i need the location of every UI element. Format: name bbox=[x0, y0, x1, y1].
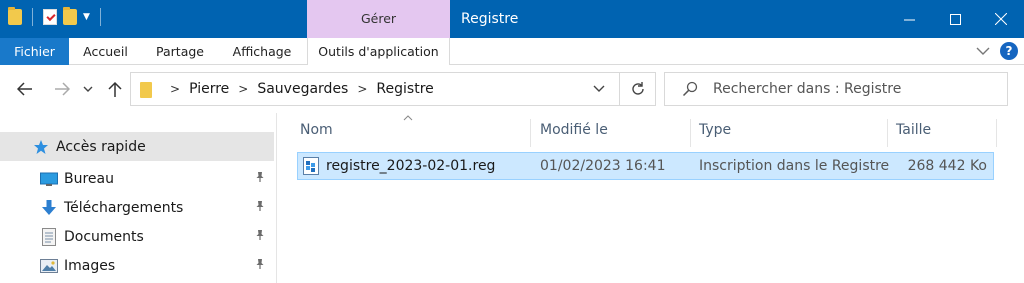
tab-share[interactable]: Partage bbox=[142, 38, 218, 65]
maximize-button[interactable] bbox=[932, 0, 978, 38]
file-type: Inscription dans le Registre bbox=[699, 158, 890, 174]
download-icon bbox=[40, 199, 58, 217]
new-folder-icon[interactable] bbox=[63, 7, 77, 25]
sidebar-item-label: Documents bbox=[64, 228, 144, 245]
breadcrumb-item[interactable]: Sauvegardes bbox=[257, 81, 348, 97]
search-icon bbox=[682, 81, 698, 97]
registry-file-icon bbox=[303, 157, 319, 175]
star-icon bbox=[32, 138, 50, 156]
back-button[interactable] bbox=[12, 65, 38, 113]
chevron-down-icon bbox=[83, 86, 93, 92]
column-header-name[interactable]: Nom bbox=[300, 113, 333, 148]
sidebar-item-downloads[interactable]: Téléchargements bbox=[0, 193, 274, 222]
customize-toolbar-icon[interactable]: ▼ bbox=[83, 12, 90, 22]
sidebar-item-label: Bureau bbox=[64, 170, 114, 187]
up-button[interactable] bbox=[104, 65, 126, 113]
column-header-modified[interactable]: Modifié le bbox=[540, 113, 608, 148]
search-box[interactable]: Rechercher dans : Registre bbox=[664, 72, 1008, 106]
pin-icon[interactable] bbox=[254, 258, 266, 274]
pin-icon[interactable] bbox=[254, 171, 266, 187]
table-row[interactable]: registre_2023-02-01.reg 01/02/2023 16:41… bbox=[297, 152, 994, 180]
column-header-type[interactable]: Type bbox=[699, 113, 731, 148]
file-name: registre_2023-02-01.reg bbox=[326, 158, 496, 174]
search-input[interactable]: Rechercher dans : Registre bbox=[713, 73, 901, 105]
forward-arrow-icon bbox=[55, 82, 70, 96]
desktop-icon bbox=[40, 170, 58, 188]
column-header-size[interactable]: Taille bbox=[896, 113, 931, 148]
file-list: Nom Modifié le Type Taille registre_2023… bbox=[285, 113, 1024, 283]
folder-icon bbox=[140, 82, 152, 98]
sidebar-item-label: Accès rapide bbox=[56, 138, 146, 155]
tab-file[interactable]: Fichier bbox=[0, 38, 69, 65]
maximize-icon bbox=[949, 13, 961, 25]
expand-ribbon-icon[interactable] bbox=[976, 46, 990, 56]
folder-icon[interactable] bbox=[8, 7, 22, 25]
file-modified: 01/02/2023 16:41 bbox=[540, 158, 666, 174]
close-icon bbox=[995, 13, 1007, 25]
properties-icon[interactable] bbox=[43, 9, 57, 25]
tab-application-tools[interactable]: Outils d'application bbox=[307, 38, 450, 65]
sidebar-item-images[interactable]: Images bbox=[0, 251, 274, 280]
column-divider[interactable] bbox=[887, 119, 888, 147]
breadcrumb-item[interactable]: Pierre bbox=[189, 81, 229, 97]
ribbon: Fichier Accueil Partage Affichage Outils… bbox=[0, 38, 1024, 65]
column-divider[interactable] bbox=[530, 119, 531, 147]
chevron-right-icon[interactable]: > bbox=[170, 82, 180, 96]
sidebar-item-documents[interactable]: Documents bbox=[0, 222, 274, 251]
refresh-icon bbox=[631, 82, 644, 95]
breadcrumb-item[interactable]: Registre bbox=[376, 81, 433, 97]
toolbar-separator bbox=[32, 8, 33, 26]
refresh-button[interactable] bbox=[619, 73, 655, 105]
pin-icon[interactable] bbox=[254, 200, 266, 216]
back-arrow-icon bbox=[17, 82, 32, 96]
sidebar-item-desktop[interactable]: Bureau bbox=[0, 164, 274, 193]
documents-icon bbox=[40, 227, 58, 246]
sort-ascending-icon bbox=[403, 113, 413, 124]
forward-button[interactable] bbox=[50, 65, 74, 113]
chevron-right-icon[interactable]: > bbox=[238, 82, 248, 96]
column-divider[interactable] bbox=[996, 119, 997, 147]
toolbar-separator bbox=[99, 8, 101, 26]
title-bar: ▼ Registre bbox=[0, 0, 1024, 38]
recent-locations-button[interactable] bbox=[80, 65, 96, 113]
address-dropdown-button[interactable] bbox=[589, 73, 609, 105]
up-arrow-icon bbox=[108, 81, 122, 97]
minimize-icon bbox=[903, 19, 915, 20]
file-size: 268 442 Ko bbox=[907, 158, 987, 174]
context-tab-manage[interactable]: Gérer bbox=[307, 0, 450, 38]
close-button[interactable] bbox=[978, 0, 1024, 38]
chevron-down-icon bbox=[593, 85, 605, 92]
tab-home[interactable]: Accueil bbox=[69, 38, 142, 65]
pin-icon[interactable] bbox=[254, 229, 266, 245]
minimize-button[interactable] bbox=[886, 0, 932, 38]
help-icon[interactable]: ? bbox=[1000, 42, 1018, 60]
navigation-pane: Accès rapide Bureau Téléchargements Docu… bbox=[0, 113, 277, 283]
column-divider[interactable] bbox=[690, 119, 691, 147]
sidebar-item-label: Images bbox=[64, 257, 116, 274]
quick-access-toolbar: ▼ bbox=[8, 7, 105, 26]
chevron-right-icon[interactable]: > bbox=[357, 82, 367, 96]
sidebar-item-label: Téléchargements bbox=[64, 199, 184, 216]
images-icon bbox=[40, 257, 58, 275]
address-bar[interactable]: > Pierre > Sauvegardes > Registre bbox=[130, 72, 656, 106]
window-title: Registre bbox=[461, 11, 519, 27]
tab-view[interactable]: Affichage bbox=[218, 38, 306, 65]
breadcrumb: > Pierre > Sauvegardes > Registre bbox=[161, 73, 434, 105]
sidebar-item-quick-access[interactable]: Accès rapide bbox=[0, 132, 274, 161]
